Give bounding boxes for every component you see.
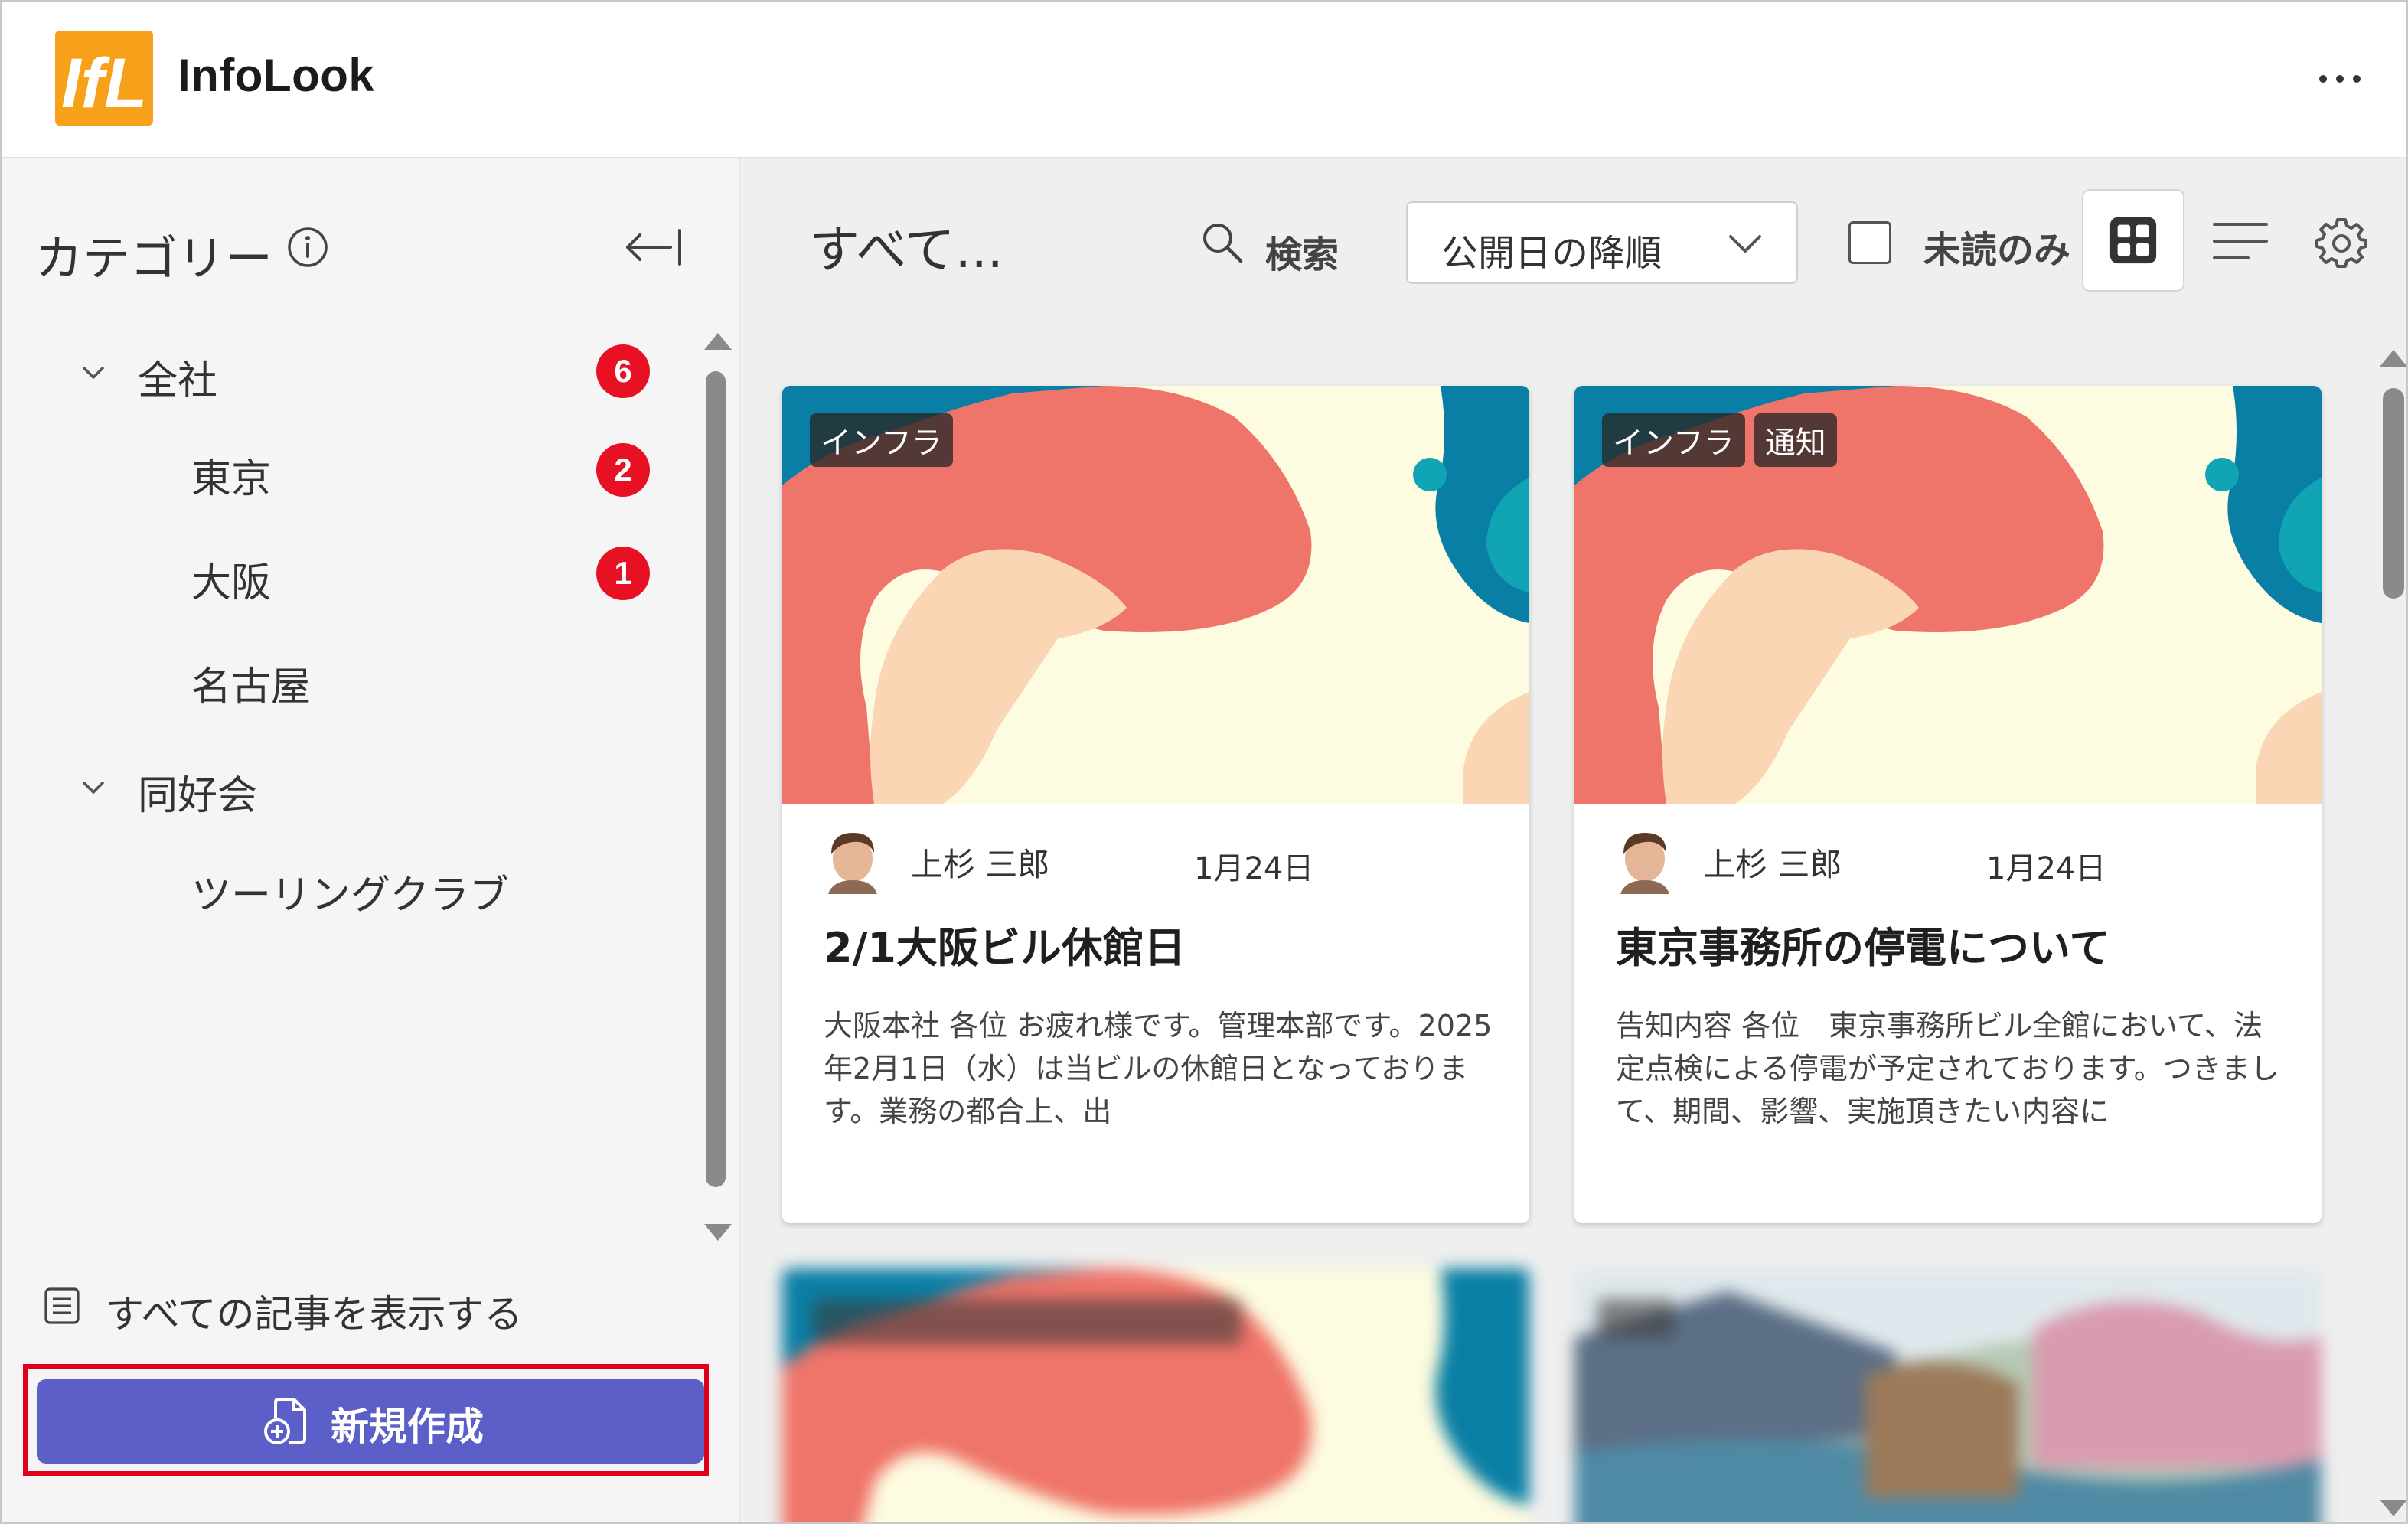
page-title: すべて... [809,220,1003,279]
scroll-down-arrow-icon[interactable] [2380,1500,2406,1516]
show-all-label: すべての記事を表示する [106,1292,523,1336]
article-area: すべて... 検索 公開日の降順 未読のみ インフラ 上杉 三郎 1月24日 2… [740,158,2406,1522]
category-label: 東京 [191,456,272,502]
scroll-down-arrow-icon[interactable] [704,1224,732,1241]
search-icon [1203,224,1243,263]
chevron-down-icon[interactable] [78,772,109,803]
chevron-down-icon[interactable] [78,357,109,388]
article-card-blurred[interactable] [1574,1268,2322,1522]
app-window: IfL InfoLook カテゴリー 全社 6 東京 2 大阪 1 名古屋 同好… [0,0,2408,1524]
category-item-zensha[interactable]: 全社 6 [78,334,660,419]
article-card-blurred[interactable] [782,1268,1529,1522]
category-label: 名古屋 [191,664,312,710]
category-tag: インフラ [810,413,953,467]
author-avatar [828,833,877,894]
author-avatar [1620,833,1669,894]
category-item-touring-club[interactable]: ツーリングクラブ [78,849,660,933]
article-hero-image [1574,1268,2322,1522]
publish-date: 1月24日 [1986,851,2106,886]
sidebar-scrollbar-thumb[interactable] [706,371,726,1187]
new-article-label: 新規作成 [331,1405,484,1449]
category-label: 全社 [138,358,218,404]
chevron-down-icon [1729,235,1761,253]
unread-count-badge: 2 [596,443,650,497]
tag-list: インフラ 通知 [1602,413,1837,467]
category-label: 大阪 [191,560,272,606]
sort-order-dropdown[interactable]: 公開日の降順 [1406,201,1798,284]
scroll-up-arrow-icon[interactable] [704,333,732,350]
category-item-osaka[interactable]: 大阪 1 [78,537,660,621]
category-item-nagoya[interactable]: 名古屋 [78,641,660,725]
more-options-button[interactable] [2310,60,2371,98]
svg-text:IfL: IfL [61,44,147,122]
article-excerpt: 大阪本社 各位 お疲れ様です。管理本部です。2025年2月1日（水）は当ビルの休… [824,1009,1493,1128]
sidebar-title: カテゴリー [35,230,273,286]
list-view-icon[interactable] [2210,218,2271,264]
unread-only-checkbox[interactable] [1848,221,1891,264]
grid-view-button[interactable] [2082,189,2184,292]
app-title: InfoLook [178,50,375,101]
category-tag: 通知 [1754,413,1837,467]
tag-list: インフラ [810,413,953,467]
category-item-tokyo[interactable]: 東京 2 [78,432,660,517]
scroll-up-arrow-icon[interactable] [2380,350,2406,367]
search-label: 検索 [1265,233,1339,276]
article-title: 東京事務所の停電について [1616,924,2111,972]
publish-date: 1月24日 [1194,851,1314,886]
infolook-logo-icon: IfL [55,31,153,126]
category-item-doukoukai[interactable]: 同好会 [78,749,660,834]
article-excerpt: 告知内容 各位 東京事務所ビル全館において、法定点検による停電が予定されておりま… [1616,1009,2279,1128]
unread-count-badge: 6 [596,344,650,398]
category-sidebar: カテゴリー 全社 6 東京 2 大阪 1 名古屋 同好会 ツーリングクラブ すべ… [2,158,740,1522]
gear-icon[interactable] [2315,217,2367,269]
author-name: 上杉 三郎 [911,846,1050,883]
unread-count-badge: 1 [596,547,650,600]
collapse-sidebar-icon[interactable] [623,226,684,269]
article-title: 2/1大阪ビル休館日 [824,924,1186,972]
grid-view-icon [2109,217,2157,264]
app-header: IfL InfoLook [2,2,2406,158]
category-label: 同好会 [138,773,258,819]
category-tag: インフラ [1602,413,1745,467]
new-article-button[interactable]: 新規作成 [37,1379,704,1464]
author-name: 上杉 三郎 [1703,846,1842,883]
new-document-icon [264,1398,306,1444]
main-scrollbar-thumb[interactable] [2383,388,2404,599]
sort-order-value: 公開日の降順 [1441,232,1662,275]
unread-only-label: 未読のみ [1923,229,2071,272]
article-card[interactable]: インフラ 通知 上杉 三郎 1月24日 東京事務所の停電について 告知内容 各位… [1574,386,2322,1223]
article-card[interactable]: インフラ 上杉 三郎 1月24日 2/1大阪ビル休館日 大阪本社 各位 お疲れ様… [782,386,1529,1223]
document-list-icon [44,1287,80,1324]
article-hero-image [782,1268,1529,1522]
info-icon[interactable] [286,226,329,269]
category-label: ツーリングクラブ [191,873,509,919]
